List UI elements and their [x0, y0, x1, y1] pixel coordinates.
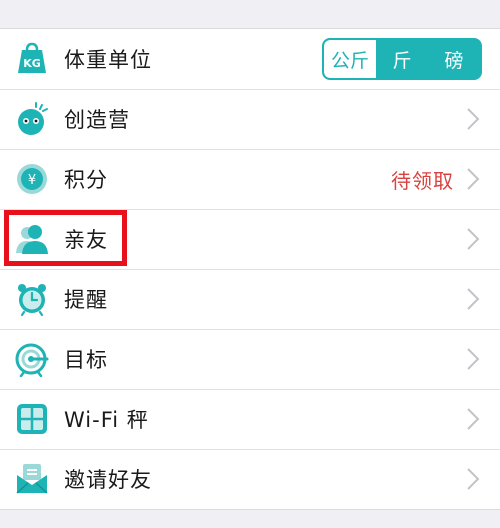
envelope-icon: [14, 461, 50, 497]
points-status: 待领取: [391, 168, 454, 193]
unit-option-jin[interactable]: 斤: [376, 40, 428, 78]
chevron-right-icon: [466, 227, 480, 251]
target-icon: [14, 341, 50, 377]
goal-row[interactable]: 目标: [0, 329, 500, 389]
svg-text:KG: KG: [23, 57, 41, 70]
unit-option-pound[interactable]: 磅: [428, 40, 480, 78]
chevron-right-icon: [466, 107, 480, 131]
friends-row[interactable]: 亲友: [0, 209, 500, 269]
chevron-right-icon: [466, 407, 480, 431]
invite-friends-row[interactable]: 邀请好友: [0, 449, 500, 509]
wifi-scale-row[interactable]: Wi-Fi 秤: [0, 389, 500, 449]
unit-option-kg[interactable]: 公斤: [324, 40, 376, 78]
wifi-scale-label: Wi-Fi 秤: [64, 408, 149, 432]
friends-icon: [14, 221, 50, 257]
chevron-right-icon: [466, 167, 480, 191]
weight-unit-label: 体重单位: [64, 48, 152, 72]
weight-unit-segmented-control: 公斤 斤 磅: [322, 38, 482, 80]
weight-unit-row: KG 体重单位 公斤 斤 磅: [0, 29, 500, 89]
friends-label: 亲友: [64, 228, 108, 252]
reminder-label: 提醒: [64, 288, 108, 312]
yuan-coin-icon: ¥: [14, 161, 50, 197]
settings-list: KG 体重单位 公斤 斤 磅 创造营 ¥ 积分 待领取 亲友 提醒 目标 Wi-…: [0, 28, 500, 510]
creation-camp-row[interactable]: 创造营: [0, 89, 500, 149]
scale-icon: [14, 401, 50, 437]
chevron-right-icon: [466, 287, 480, 311]
invite-friends-label: 邀请好友: [64, 468, 152, 492]
reminder-row[interactable]: 提醒: [0, 269, 500, 329]
goal-label: 目标: [64, 348, 108, 372]
points-label: 积分: [64, 168, 108, 192]
chevron-right-icon: [466, 347, 480, 371]
kg-weight-icon: KG: [14, 41, 50, 77]
creation-camp-label: 创造营: [64, 108, 130, 132]
mascot-icon: [14, 101, 50, 137]
svg-text:¥: ¥: [28, 173, 36, 188]
chevron-right-icon: [466, 467, 480, 491]
alarm-clock-icon: [14, 281, 50, 317]
points-row[interactable]: ¥ 积分 待领取: [0, 149, 500, 209]
